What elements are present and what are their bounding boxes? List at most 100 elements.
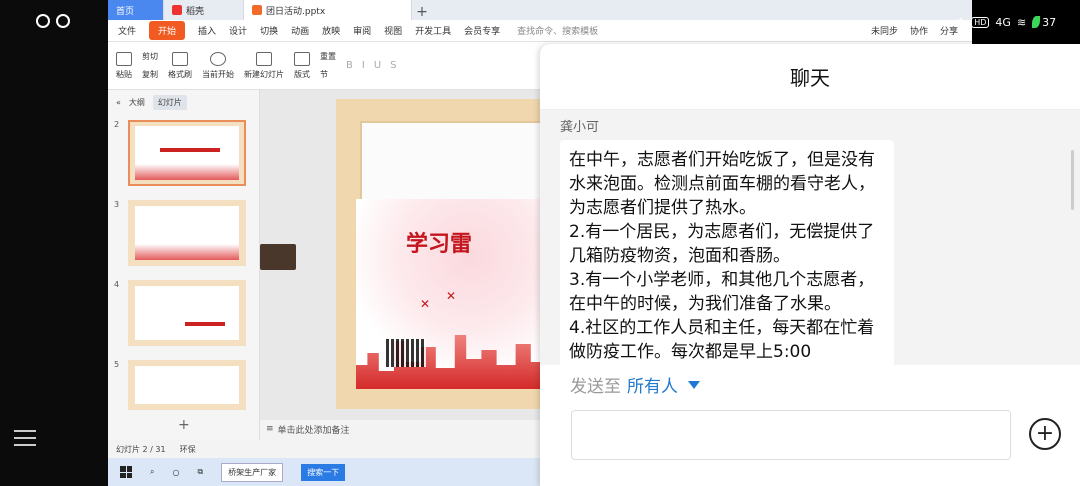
copy-button[interactable]: 复制 xyxy=(142,69,158,80)
menu-developer[interactable]: 开发工具 xyxy=(415,24,451,37)
slide-canvas[interactable]: ✕ ✕ 学习雷 xyxy=(260,90,546,420)
phone-status-bar: ✱ HD 4G ≋ 37 xyxy=(956,8,1080,36)
play-current-button[interactable]: 当前开始 xyxy=(202,51,234,80)
add-slide-button[interactable]: + xyxy=(178,417,190,433)
format-painter-button[interactable]: 格式刷 xyxy=(168,51,192,80)
slide-number: 5 xyxy=(114,360,120,369)
tab-slides[interactable]: 幻灯片 xyxy=(152,94,187,110)
slides-panel: « 大纲 幻灯片 2 3 4 5 + xyxy=(108,90,260,440)
menu-icon[interactable] xyxy=(14,430,36,448)
new-slide-icon xyxy=(256,51,272,66)
notes-area[interactable]: ≡ 单击此处添加备注 xyxy=(260,420,540,438)
collaborate-button[interactable]: 协作 xyxy=(910,24,928,37)
play-label: 当前开始 xyxy=(202,69,234,79)
collapse-icon[interactable]: « xyxy=(116,98,121,107)
layout-label: 版式 xyxy=(294,69,310,79)
menu-transition[interactable]: 切换 xyxy=(260,24,278,37)
message-text: 在中午，志愿者们开始吃饭了，但是没有水来泡面。检测点前面车棚的看守老人，为志愿者… xyxy=(569,150,875,362)
slide-preview xyxy=(128,120,246,186)
menu-design[interactable]: 设计 xyxy=(229,24,247,37)
tab-home[interactable]: 首页 xyxy=(108,0,164,20)
section-button[interactable]: 节 xyxy=(320,69,336,80)
panel-tabs: « 大纲 幻灯片 xyxy=(108,90,259,114)
command-search[interactable]: 查找命令、搜索模板 xyxy=(517,24,598,37)
paste-icon xyxy=(116,51,132,66)
send-to-label: 发送至 xyxy=(570,377,621,397)
browser-search-box[interactable]: 桥架生产厂家 xyxy=(221,462,284,482)
slide-thumbnail[interactable]: 2 xyxy=(114,120,246,186)
chat-scrollbar[interactable] xyxy=(1071,150,1074,210)
slide-thumbnail[interactable]: 5 xyxy=(114,360,246,410)
chat-panel: 聊天 龚小可 在中午，志愿者们开始吃饭了，但是没有水来泡面。检测点前面车棚的看守… xyxy=(540,44,1080,486)
italic-button[interactable]: I xyxy=(362,60,365,71)
new-slide-button[interactable]: 新建幻灯片 xyxy=(244,51,284,80)
slide-number: 3 xyxy=(114,200,120,209)
add-attachment-button[interactable]: + xyxy=(1029,418,1061,450)
slide-title[interactable]: 学习雷 xyxy=(406,226,472,258)
hd-badge: HD xyxy=(971,16,990,28)
network-indicator: 4G xyxy=(995,15,1011,29)
menu-slideshow[interactable]: 放映 xyxy=(322,24,340,37)
task-view-icon[interactable]: ⧉ xyxy=(197,467,203,477)
slide-tag xyxy=(260,244,296,270)
menu-bar: 文件 开始 插入 设计 切换 动画 放映 审阅 视图 开发工具 会员专享 查找命… xyxy=(108,20,972,42)
theme-name: 环保 xyxy=(179,444,196,454)
battery-level: 37 xyxy=(1042,15,1057,29)
windows-taskbar: ⌕ ○ ⧉ 桥架生产厂家 搜索一下 xyxy=(108,458,540,486)
battery-icon xyxy=(1032,16,1041,28)
menu-member[interactable]: 会员专享 xyxy=(464,24,500,37)
format-painter-label: 格式刷 xyxy=(168,69,192,79)
clipboard-group: 剪切 复制 xyxy=(142,51,158,80)
send-to-target: 所有人 xyxy=(627,377,678,397)
slide-preview xyxy=(128,360,246,410)
send-to-selector[interactable]: 发送至 所有人 xyxy=(570,372,700,397)
search-icon[interactable]: ⌕ xyxy=(150,467,154,477)
tab-docer[interactable]: 稻壳 xyxy=(164,0,244,20)
tab-document[interactable]: 团日活动.pptx xyxy=(244,0,412,20)
layout-button[interactable]: 版式 xyxy=(294,51,310,80)
tab-outline[interactable]: 大纲 xyxy=(129,97,145,108)
sync-status[interactable]: 未同步 xyxy=(871,24,898,37)
menu-review[interactable]: 审阅 xyxy=(353,24,371,37)
wifi-icon: ≋ xyxy=(1016,15,1027,29)
slide-number: 2 xyxy=(114,120,120,129)
slide-thumbnail[interactable]: 4 xyxy=(114,280,246,346)
docer-icon xyxy=(172,5,182,15)
new-slide-label: 新建幻灯片 xyxy=(244,69,284,79)
tab-label: 首页 xyxy=(116,6,135,17)
underline-button[interactable]: U xyxy=(374,60,381,71)
left-system-bar xyxy=(0,0,108,486)
menu-start[interactable]: 开始 xyxy=(149,21,186,40)
chat-input[interactable] xyxy=(571,410,1011,460)
menu-animation[interactable]: 动画 xyxy=(291,24,309,37)
new-tab-button[interactable]: + xyxy=(412,4,432,20)
menu-insert[interactable]: 插入 xyxy=(198,24,216,37)
bold-button[interactable]: B xyxy=(346,60,353,71)
windows-start-icon[interactable] xyxy=(120,466,132,478)
paste-button[interactable]: 粘贴 xyxy=(116,51,132,80)
cut-button[interactable]: 剪切 xyxy=(142,51,158,62)
chat-messages[interactable]: 龚小可 在中午，志愿者们开始吃饭了，但是没有水来泡面。检测点前面车棚的看守老人，… xyxy=(540,110,1080,365)
cortana-icon[interactable]: ○ xyxy=(172,468,179,477)
notes-icon: ≡ xyxy=(266,424,274,434)
paste-label: 粘贴 xyxy=(116,69,132,79)
message-sender: 龚小可 xyxy=(560,120,600,135)
strikethrough-button[interactable]: S xyxy=(390,60,396,71)
slide-count: 幻灯片 2 / 31 xyxy=(116,444,166,454)
reset-button[interactable]: 重置 xyxy=(320,51,336,62)
chat-title: 聊天 xyxy=(540,44,1080,110)
browser-search-button[interactable]: 搜索一下 xyxy=(301,463,346,481)
tab-label: 团日活动.pptx xyxy=(266,6,326,17)
slide-preview xyxy=(128,200,246,266)
slide-thumbnail[interactable]: 3 xyxy=(114,200,246,266)
left-status-icons xyxy=(36,14,70,28)
tab-bar: 首页 稻壳 团日活动.pptx + xyxy=(108,0,972,20)
font-format-group: B I U S xyxy=(346,60,397,71)
menu-view[interactable]: 视图 xyxy=(384,24,402,37)
bird-icon: ✕ xyxy=(420,297,431,311)
brush-icon xyxy=(172,51,188,66)
caret-down-icon xyxy=(688,380,700,389)
battery-indicator: 37 xyxy=(1032,16,1056,29)
menu-file[interactable]: 文件 xyxy=(118,24,136,37)
slide-group: 重置 节 xyxy=(320,51,336,80)
